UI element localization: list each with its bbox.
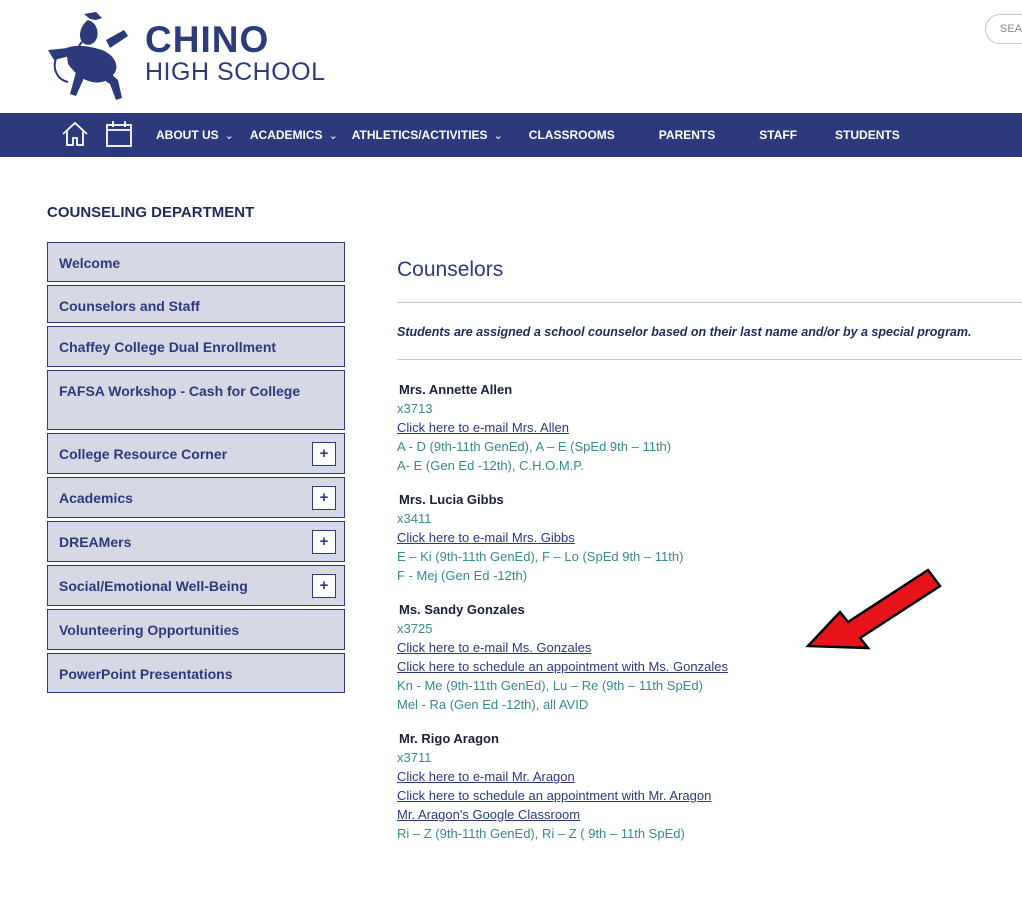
nav-academics[interactable]: ACADEMICS ⌄: [250, 128, 338, 142]
email-link[interactable]: Click here to e-mail Mrs. Allen: [397, 418, 1017, 437]
assignment-text: A - D (9th-11th GenEd), A – E (SpEd 9th …: [397, 439, 672, 454]
google-classroom-link[interactable]: Mr. Aragon's Google Classroom: [397, 805, 1017, 824]
school-subtitle: HIGH SCHOOL: [145, 58, 326, 86]
counselor-extension: x3713: [397, 401, 433, 416]
nav-athletics-activities[interactable]: ATHLETICS/ACTIVITIES ⌄: [352, 128, 503, 142]
search-label: SEA: [1000, 23, 1022, 35]
chevron-down-icon: ⌄: [224, 129, 234, 142]
school-name: CHINO: [145, 19, 270, 60]
nav-staff[interactable]: STAFF: [759, 128, 797, 142]
main-nav: ABOUT US ⌄ ACADEMICS ⌄ ATHLETICS/ACTIVIT…: [0, 113, 1022, 157]
cowboy-mascot-logo[interactable]: [46, 10, 132, 102]
sidebar-item-college-resource-corner[interactable]: College Resource Corner +: [47, 433, 345, 474]
sidebar-item-powerpoint-presentations[interactable]: PowerPoint Presentations: [47, 653, 345, 693]
sidebar-item-label: Social/Emotional Well-Being: [59, 578, 248, 594]
expand-plus-icon[interactable]: +: [312, 574, 336, 598]
email-link[interactable]: Click here to e-mail Mrs. Gibbs: [397, 528, 1017, 547]
nav-about-us-label: ABOUT US: [156, 128, 219, 142]
sidebar-item-label: College Resource Corner: [59, 446, 228, 462]
intro-text: Students are assigned a school counselor…: [397, 325, 972, 339]
sidebar-item-volunteering-opportunities[interactable]: Volunteering Opportunities: [47, 609, 345, 650]
expand-plus-icon[interactable]: +: [312, 442, 336, 466]
counselor-entry: Mr. Rigo Aragon x3711 Click here to e-ma…: [397, 730, 1017, 843]
calendar-icon[interactable]: [104, 119, 134, 149]
section-title: COUNSELING DEPARTMENT: [47, 204, 255, 221]
sidebar-item-label: DREAMers: [59, 534, 132, 550]
assignment-text: Mel - Ra (Gen Ed -12th), all AVID: [397, 697, 589, 712]
assignment-text: Ri – Z (9th-11th GenEd), Ri – Z ( 9th – …: [397, 826, 685, 841]
red-arrow-annotation: [805, 568, 942, 650]
sidebar-menu: Welcome Counselors and Staff Chaffey Col…: [47, 242, 345, 696]
nav-students[interactable]: STUDENTS: [835, 128, 900, 142]
sidebar-item-dreamers[interactable]: DREAMers +: [47, 521, 345, 562]
nav-academics-label: ACADEMICS: [249, 128, 323, 142]
nav-students-label: STUDENTS: [835, 128, 900, 142]
sidebar-item-label: FAFSA Workshop - Cash for College: [59, 383, 301, 399]
sidebar-item-label: PowerPoint Presentations: [59, 666, 233, 682]
sidebar-item-welcome[interactable]: Welcome: [47, 242, 345, 282]
sidebar-item-label: Counselors and Staff: [59, 298, 200, 314]
divider: [397, 359, 1022, 360]
nav-parents[interactable]: PARENTS: [659, 128, 715, 142]
expand-plus-icon[interactable]: +: [312, 530, 336, 554]
sidebar-item-counselors-and-staff[interactable]: Counselors and Staff: [47, 285, 345, 323]
counselor-extension: x3411: [397, 511, 432, 526]
email-link[interactable]: Click here to e-mail Mr. Aragon: [397, 767, 1017, 786]
chevron-down-icon: ⌄: [328, 129, 338, 142]
page-title: Counselors: [397, 258, 504, 281]
counselor-extension: x3711: [397, 750, 432, 765]
search-button[interactable]: SEA: [985, 14, 1022, 44]
nav-classrooms-label: CLASSROOMS: [528, 128, 615, 142]
assignment-text: A- E (Gen Ed -12th), C.H.O.M.P.: [397, 458, 584, 473]
divider: [397, 302, 1022, 303]
school-logo-text[interactable]: CHINO HIGH SCHOOL: [145, 19, 326, 86]
schedule-appointment-link[interactable]: Click here to schedule an appointment wi…: [397, 786, 1017, 805]
sidebar-item-label: Welcome: [59, 255, 121, 271]
nav-athletics-label: ATHLETICS/ACTIVITIES: [351, 128, 488, 142]
sidebar-item-label: Volunteering Opportunities: [59, 622, 240, 638]
expand-plus-icon[interactable]: +: [312, 486, 336, 510]
counselor-name: Mr. Rigo Aragon: [399, 731, 499, 746]
site-header: CHINO HIGH SCHOOL SEA: [0, 0, 1022, 112]
assignment-text: E – Ki (9th-11th GenEd), F – Lo (SpEd 9t…: [397, 549, 684, 564]
sidebar-item-social-emotional-well-being[interactable]: Social/Emotional Well-Being +: [47, 565, 345, 606]
sidebar-item-label: Academics: [59, 490, 133, 506]
counselor-entry: Mrs. Annette Allen x3713 Click here to e…: [397, 381, 1017, 475]
nav-about-us[interactable]: ABOUT US ⌄: [156, 128, 234, 142]
nav-staff-label: STAFF: [759, 128, 798, 142]
nav-parents-label: PARENTS: [658, 128, 716, 142]
nav-menu: ABOUT US ⌄ ACADEMICS ⌄ ATHLETICS/ACTIVIT…: [156, 113, 900, 157]
counselor-name: Mrs. Annette Allen: [399, 382, 513, 397]
home-icon[interactable]: [60, 119, 90, 149]
nav-classrooms[interactable]: CLASSROOMS: [529, 128, 615, 142]
counselor-name: Mrs. Lucia Gibbs: [399, 492, 504, 507]
assignment-text: Kn - Me (9th-11th GenEd), Lu – Re (9th –…: [397, 678, 703, 693]
sidebar-item-chaffey-college-dual-enrollment[interactable]: Chaffey College Dual Enrollment: [47, 326, 345, 367]
sidebar-item-fafsa-workshop[interactable]: FAFSA Workshop - Cash for College: [47, 370, 345, 430]
sidebar-item-label: Chaffey College Dual Enrollment: [59, 339, 277, 355]
sidebar-item-academics[interactable]: Academics +: [47, 477, 345, 518]
chevron-down-icon: ⌄: [493, 129, 503, 142]
